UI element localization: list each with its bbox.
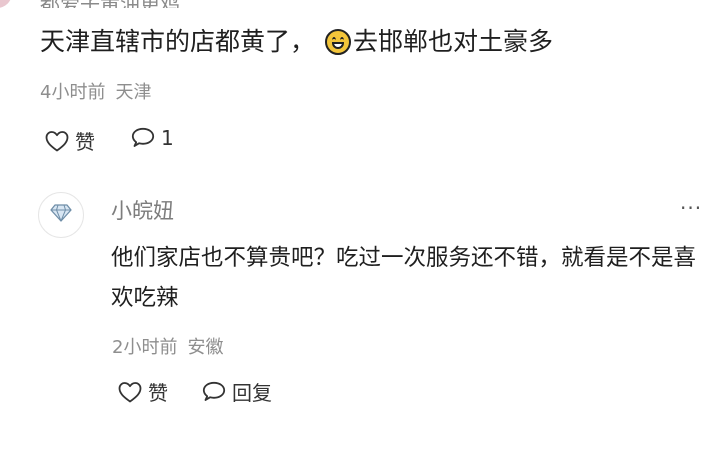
heart-icon	[117, 380, 143, 404]
previous-comment-text: 都爱子黄油更鸡	[40, 0, 180, 8]
diamond-icon	[50, 203, 72, 227]
previous-comment-fragment: 都爱子黄油更鸡	[0, 0, 722, 8]
comment-meta: 4小时前 天津	[40, 78, 151, 104]
comment-bubble-icon	[201, 380, 227, 404]
comment-time: 4小时前	[40, 82, 106, 103]
heart-icon	[44, 129, 70, 153]
like-label: 赞	[75, 130, 95, 154]
reply-time: 2小时前	[112, 337, 178, 358]
reply-count: 1	[161, 126, 174, 150]
reply-like-button[interactable]: 赞	[117, 377, 168, 406]
more-options-icon[interactable]: ···	[680, 196, 702, 220]
like-button[interactable]: 赞	[44, 126, 95, 155]
reply-button[interactable]: 回复	[201, 377, 272, 406]
comment-text-part2: 去邯郸也对土豪多	[353, 27, 554, 56]
reply-username[interactable]: 小皖妞	[111, 195, 174, 225]
comment-bubble-icon	[130, 126, 156, 150]
reply-meta: 2小时前 安徽	[112, 333, 223, 359]
like-label: 赞	[148, 381, 168, 405]
reply-location: 安徽	[187, 337, 224, 358]
reply-count-button[interactable]: 1	[130, 126, 174, 150]
reply-text: 他们家店也不算贵吧？吃过一次服务还不错，就看是不是喜欢吃辣	[111, 245, 697, 311]
reply-label: 回复	[232, 381, 272, 405]
avatar[interactable]	[0, 0, 12, 8]
avatar[interactable]	[38, 192, 84, 238]
grinning-face-icon	[325, 29, 352, 55]
comment-text: 天津直辖市的店都黄了， 去邯郸也对土豪多	[40, 24, 553, 60]
comment-location: 天津	[115, 82, 152, 103]
comment-text-part1: 天津直辖市的店都黄了，	[40, 27, 316, 56]
